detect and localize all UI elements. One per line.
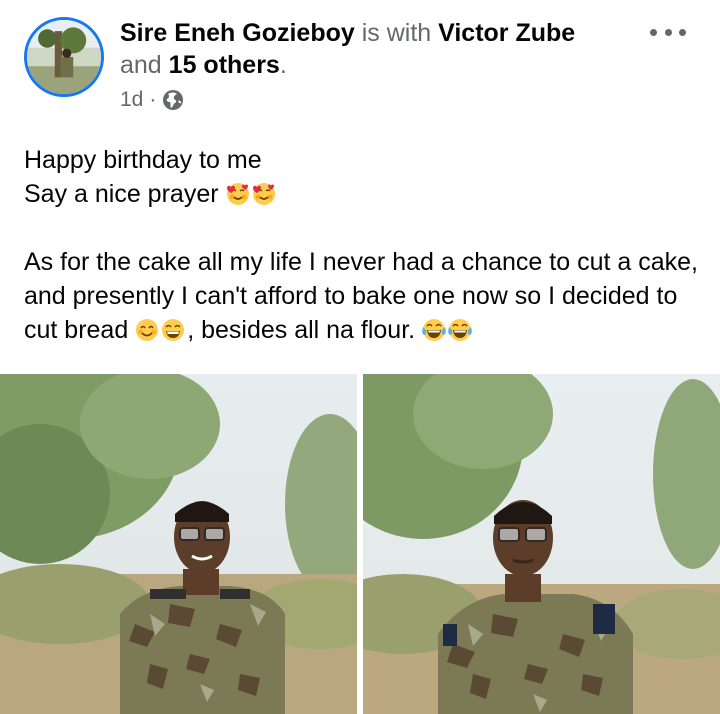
period-text: . — [279, 51, 287, 79]
with-text: is with — [354, 19, 439, 47]
face-with-tears-of-joy-emoji — [448, 319, 472, 341]
globe-icon[interactable] — [162, 89, 184, 111]
post-header-line1: Sire Eneh Gozieboy is with Victor Zube — [120, 18, 575, 48]
author-avatar[interactable] — [24, 17, 104, 97]
photo-image — [0, 374, 357, 714]
avatar-image — [27, 20, 101, 94]
more-dot — [679, 28, 686, 36]
others-link[interactable]: 15 others — [169, 51, 280, 79]
post-meta: 1d · — [120, 86, 184, 114]
post-text: Happy birthday to me Say a nice prayer A… — [24, 143, 704, 347]
and-text: and — [120, 51, 169, 79]
post-paragraph-text-2: , besides all na flour. — [187, 316, 423, 344]
post-line-2: Say a nice prayer — [24, 177, 704, 211]
post-line-1: Happy birthday to me — [24, 146, 262, 174]
smiling-face-with-smiling-eyes-emoji — [136, 319, 159, 341]
photo-soldier-closeup[interactable] — [363, 374, 720, 714]
beaming-face-with-smiling-eyes-emoji — [162, 319, 185, 341]
photo-image — [363, 374, 720, 714]
more-dot — [650, 28, 657, 36]
post-header-line2: and 15 others. — [120, 50, 287, 80]
post-line-2-text: Say a nice prayer — [24, 180, 219, 208]
post-paragraph: As for the cake all my life I never had … — [24, 245, 704, 347]
smiling-face-with-hearts-emoji — [226, 183, 249, 205]
photo-soldier-smiling[interactable] — [0, 374, 357, 714]
more-options-icon[interactable] — [650, 22, 686, 42]
tagged-person-link[interactable]: Victor Zube — [438, 19, 575, 47]
more-dot — [664, 28, 672, 36]
post-header: Sire Eneh Gozieboy is with Victor Zube a… — [0, 0, 720, 120]
face-with-tears-of-joy-emoji — [422, 319, 446, 341]
smiling-face-with-hearts-emoji — [252, 183, 275, 205]
meta-separator: · — [149, 88, 157, 111]
author-name-link[interactable]: Sire Eneh Gozieboy — [120, 19, 355, 47]
post-timestamp[interactable]: 1d — [120, 88, 143, 112]
